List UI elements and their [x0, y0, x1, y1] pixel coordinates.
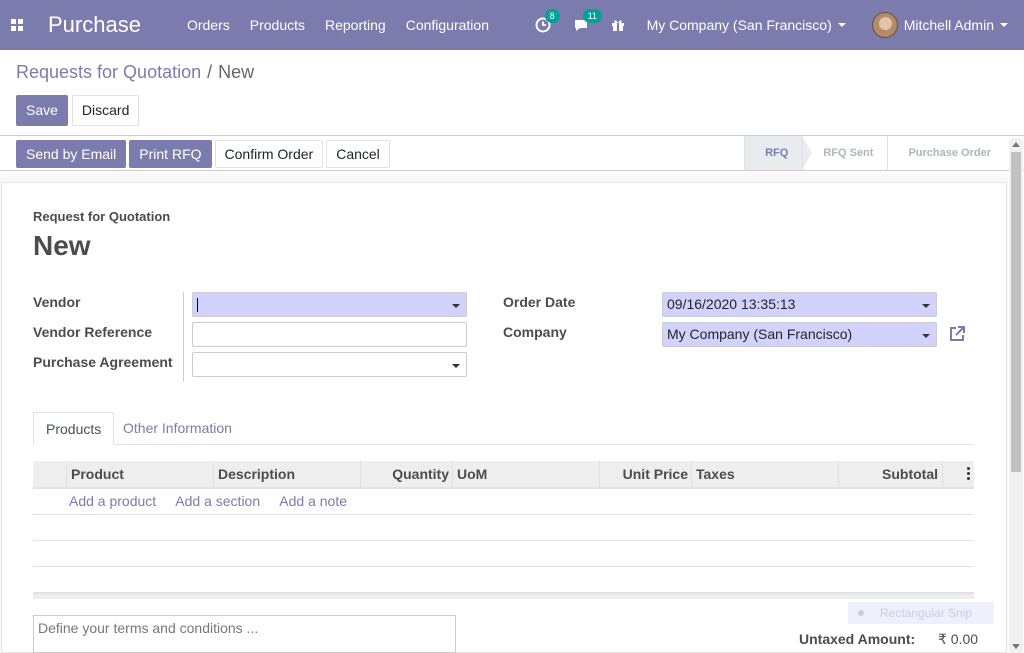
vendor-field[interactable]: [192, 292, 467, 317]
vendor-reference-label: Vendor Reference: [33, 324, 153, 340]
add-product-link[interactable]: Add a product: [69, 493, 156, 509]
scrollbar-thumb[interactable]: [1011, 152, 1021, 472]
untaxed-amount-label: Untaxed Amount:: [799, 631, 916, 647]
chevron-down-icon[interactable]: [922, 304, 930, 308]
menu-products[interactable]: Products: [250, 17, 305, 33]
apps-menu-icon[interactable]: [0, 0, 34, 50]
add-section-link[interactable]: Add a section: [175, 493, 260, 509]
vendor-label: Vendor: [33, 294, 81, 310]
menu-configuration[interactable]: Configuration: [406, 17, 489, 33]
terms-conditions-field[interactable]: Define your terms and conditions ...: [33, 615, 456, 653]
page-scrollbar[interactable]: [1009, 138, 1023, 653]
rectangular-snip-overlay: Rectangular Snip: [848, 602, 994, 624]
company-value: My Company (San Francisco): [667, 326, 853, 342]
cancel-button[interactable]: Cancel: [326, 140, 390, 168]
order-date-label: Order Date: [503, 294, 576, 310]
confirm-order-button[interactable]: Confirm Order: [214, 140, 324, 168]
col-description[interactable]: Description: [213, 461, 360, 487]
company-switcher-label: My Company (San Francisco): [646, 17, 832, 33]
gift-icon: [611, 20, 624, 31]
gift-button[interactable]: [611, 18, 625, 32]
chevron-down-icon[interactable]: [922, 334, 930, 338]
tab-other-information[interactable]: Other Information: [111, 412, 244, 445]
avatar: [871, 12, 898, 38]
col-uom[interactable]: UoM: [452, 461, 600, 487]
notebook-tabs: Products Other Information: [33, 412, 974, 445]
purchase-agreement-field[interactable]: [192, 352, 467, 377]
page-title: New: [33, 230, 91, 261]
col-quantity[interactable]: Quantity: [360, 461, 453, 487]
order-date-field[interactable]: 09/16/2020 13:35:13: [662, 292, 937, 317]
table-row: [33, 541, 974, 567]
breadcrumb: Requests for Quotation / New: [16, 62, 254, 83]
order-lines-header: Product Description Quantity UoM Unit Pr…: [33, 461, 974, 489]
company-field[interactable]: My Company (San Francisco): [662, 322, 937, 347]
terms-placeholder: Define your terms and conditions ...: [38, 620, 259, 636]
text-cursor: [197, 298, 198, 313]
stage-purchase-order: Purchase Order: [887, 136, 1005, 170]
chevron-down-icon[interactable]: [452, 304, 460, 308]
group-separator: [183, 292, 184, 382]
scroll-up-icon[interactable]: [1012, 142, 1020, 147]
chevron-down-icon: [1000, 23, 1008, 27]
stage-rfq-sent: RFQ Sent: [802, 136, 887, 170]
tab-products[interactable]: Products: [33, 412, 115, 445]
activity-count-badge: 8: [544, 9, 560, 23]
external-link-icon[interactable]: [948, 325, 966, 343]
table-row: Add a product Add a section Add a note: [33, 489, 974, 515]
menu-reporting[interactable]: Reporting: [325, 17, 386, 33]
breadcrumb-parent-link[interactable]: Requests for Quotation: [16, 62, 201, 82]
col-unit-price[interactable]: Unit Price: [599, 461, 692, 487]
top-navbar: Purchase Orders Products Reporting Confi…: [0, 0, 1024, 50]
activity-button[interactable]: 8: [535, 9, 560, 33]
table-row: [33, 567, 974, 593]
chevron-down-icon: [837, 23, 846, 27]
menu-orders[interactable]: Orders: [187, 17, 230, 33]
optional-columns-toggle[interactable]: [942, 461, 974, 487]
table-footer: [33, 593, 974, 599]
untaxed-amount-value: ₹ 0.00: [938, 631, 979, 647]
breadcrumb-current: New: [218, 62, 255, 82]
app-brand[interactable]: Purchase: [48, 12, 141, 38]
status-stages: RFQ RFQ Sent Purchase Order: [744, 136, 1005, 170]
form-buttons: Save Discard: [16, 95, 140, 126]
scroll-down-icon[interactable]: [1012, 644, 1020, 649]
messages-button[interactable]: 11: [573, 9, 602, 33]
discard-button[interactable]: Discard: [71, 95, 140, 126]
title-label: Request for Quotation: [33, 209, 171, 224]
user-name: Mitchell Admin: [903, 17, 994, 33]
messages-count-badge: 11: [582, 9, 602, 23]
table-row: [33, 515, 974, 541]
send-by-email-button[interactable]: Send by Email: [16, 140, 127, 168]
company-label: Company: [503, 324, 567, 340]
order-date-value: 09/16/2020 13:35:13: [667, 296, 796, 312]
vendor-reference-field[interactable]: [192, 322, 467, 347]
print-rfq-button[interactable]: Print RFQ: [129, 140, 212, 168]
col-taxes[interactable]: Taxes: [691, 461, 839, 487]
purchase-agreement-label: Purchase Agreement: [33, 354, 173, 370]
user-menu[interactable]: Mitchell Admin: [871, 12, 1008, 38]
col-subtotal[interactable]: Subtotal: [838, 461, 942, 487]
form-statusbar: Send by Email Print RFQ Confirm Order Ca…: [0, 135, 1024, 171]
chevron-down-icon[interactable]: [452, 364, 460, 368]
col-product[interactable]: Product: [66, 461, 214, 487]
add-note-link[interactable]: Add a note: [279, 493, 347, 509]
save-button[interactable]: Save: [16, 95, 68, 126]
company-switcher[interactable]: My Company (San Francisco): [647, 17, 846, 33]
kebab-menu-icon: [967, 467, 970, 480]
stage-rfq: RFQ: [744, 136, 813, 170]
breadcrumb-separator: /: [207, 62, 213, 82]
